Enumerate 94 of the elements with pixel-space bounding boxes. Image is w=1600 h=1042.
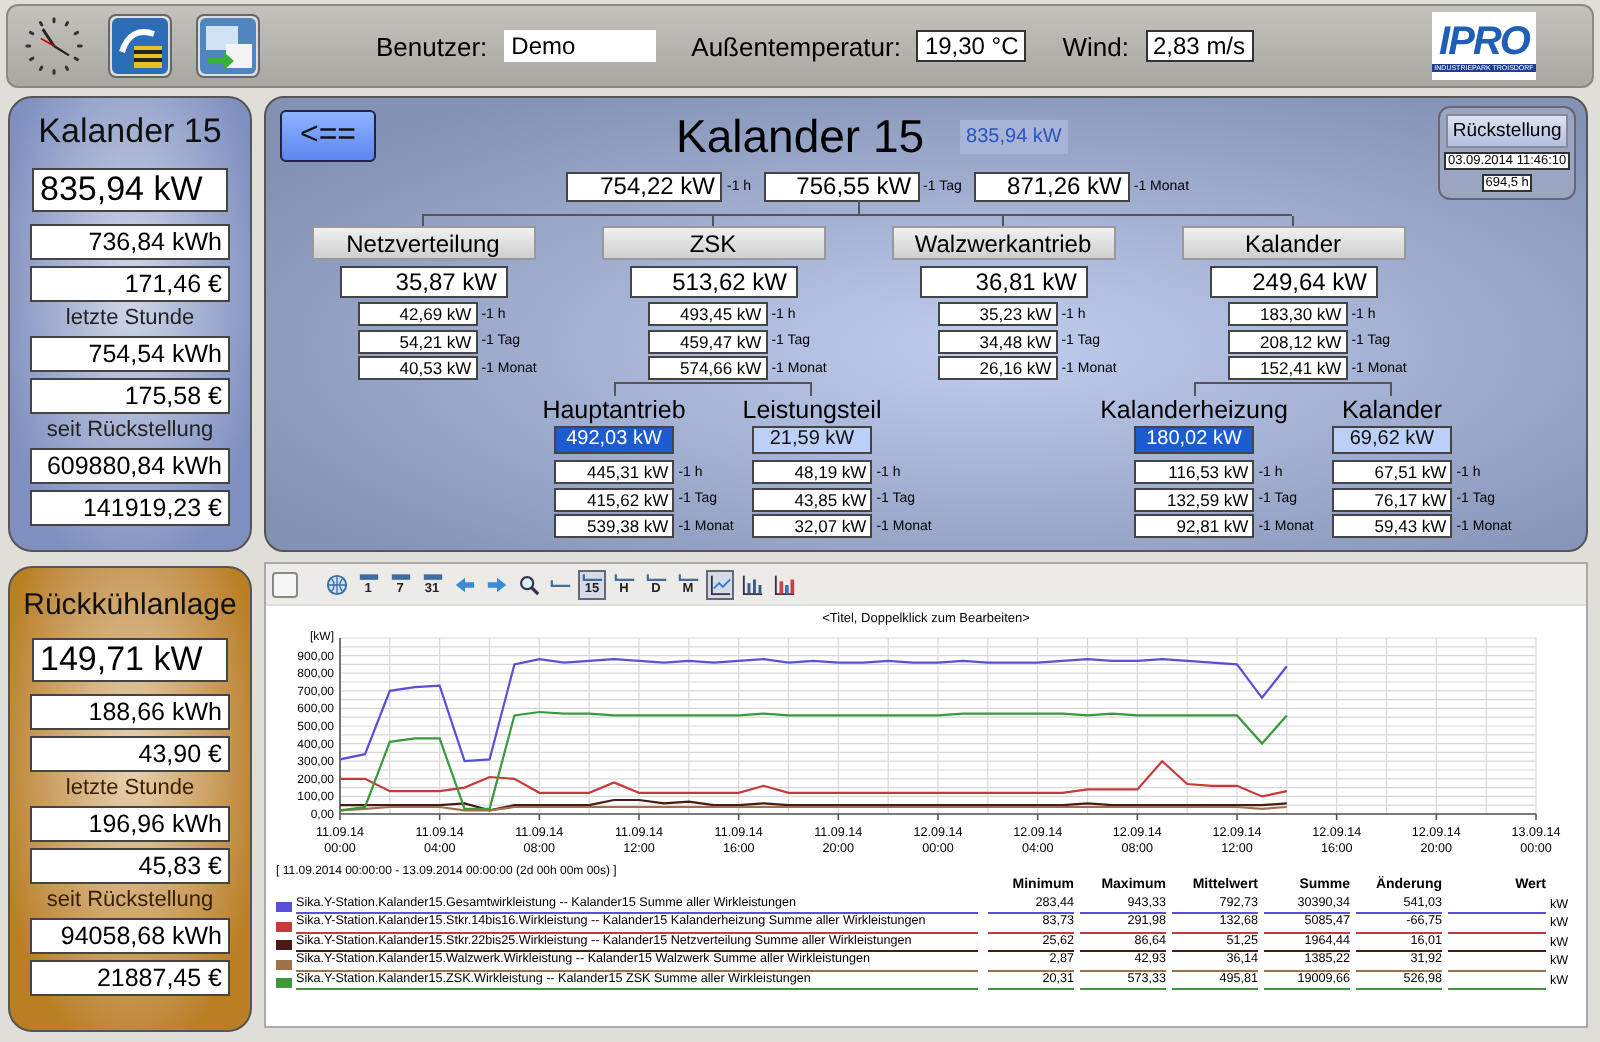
- section-label: seit Rückstellung: [46, 890, 214, 912]
- group-button[interactable]: Netzverteilung: [311, 226, 535, 260]
- value-display: 59,43 kW: [1332, 514, 1453, 538]
- value-display: 574,66 kW: [647, 356, 768, 380]
- subgroup-title: Kalander: [1341, 396, 1443, 426]
- value-display: 45,83 €: [30, 848, 230, 884]
- group-button[interactable]: Kalander: [1181, 226, 1405, 260]
- power-value: 149,71 kW: [32, 638, 228, 682]
- group-button[interactable]: Walzwerkantrieb: [891, 226, 1115, 260]
- value-display: 183,30 kW: [1227, 302, 1348, 326]
- value-display: 94058,68 kWh: [30, 918, 230, 954]
- line-chart-button[interactable]: [706, 569, 734, 599]
- power-value: 21,59 kW: [752, 426, 872, 454]
- value-display: 76,17 kW: [1332, 487, 1453, 511]
- calendar-icon: [389, 573, 411, 581]
- power-value: 835,94 kW: [32, 168, 228, 212]
- monitor-icon: [198, 16, 258, 76]
- field-label: Benutzer:: [376, 31, 488, 61]
- value-display: 609880,84 kWh: [30, 448, 230, 484]
- value-display: 539,38 kW: [554, 514, 675, 538]
- blank-button[interactable]: [272, 571, 298, 597]
- search-icon: [517, 573, 539, 595]
- bar-chart-icon: [741, 573, 763, 595]
- value-display: 43,85 kW: [752, 487, 873, 511]
- value-display: 736,84 kWh: [30, 224, 230, 260]
- stacked-bar-icon: [773, 573, 795, 595]
- section-label: letzte Stunde: [65, 308, 195, 330]
- value-display: 40,53 kW: [357, 356, 478, 380]
- calendar-icon: [421, 573, 443, 581]
- subgroup-title: Hauptantrieb: [542, 396, 686, 426]
- total-power-badge: 835,94 kW: [960, 119, 1068, 153]
- panel-title: Rückkühlanlage: [23, 588, 237, 622]
- right-arrow-icon: [485, 573, 507, 595]
- axis-icon: [677, 573, 699, 581]
- power-value: 513,62 kW: [629, 266, 797, 298]
- value-display: 34,48 kW: [937, 329, 1058, 353]
- value-display: 132,59 kW: [1134, 487, 1255, 511]
- subgroup-title: Kalanderheizung: [1100, 396, 1288, 426]
- value-display: 415,62 kW: [554, 487, 675, 511]
- panel-title: Kalander 15: [38, 112, 222, 152]
- value-display: 459,47 kW: [647, 329, 768, 353]
- reading-display: 2,83 m/s: [1145, 30, 1254, 62]
- value-display: 152,41 kW: [1227, 356, 1348, 380]
- value-display: 754,22 kW: [566, 171, 723, 201]
- power-value: 69,62 kW: [1332, 426, 1452, 454]
- axis-icon: [645, 573, 667, 581]
- section-label: seit Rückstellung: [46, 420, 214, 442]
- reset-button[interactable]: Rückstellung: [1446, 114, 1568, 148]
- power-value: 36,81 kW: [919, 266, 1087, 298]
- value-display: 21887,45 €: [30, 960, 230, 996]
- axis-icon: [613, 573, 635, 581]
- subgroup-title: Leistungsteil: [742, 396, 882, 426]
- value-display: 208,12 kW: [1227, 329, 1348, 353]
- value-display: 42,69 kW: [357, 302, 478, 326]
- value-display: 188,66 kWh: [30, 694, 230, 730]
- value-display: 35,23 kW: [937, 302, 1058, 326]
- user-field[interactable]: Demo: [503, 30, 656, 62]
- field-label: Wind:: [1062, 31, 1129, 61]
- field-label: Außentemperatur:: [691, 31, 901, 61]
- group-button[interactable]: ZSK: [601, 226, 825, 260]
- value-display: 445,31 kW: [554, 460, 675, 484]
- value-display: 32,07 kW: [752, 514, 873, 538]
- power-value: 492,03 kW: [554, 426, 674, 454]
- calendar-icon: [357, 573, 379, 581]
- value-display: 67,51 kW: [1332, 460, 1453, 484]
- section-label: letzte Stunde: [65, 778, 195, 800]
- value-display: 43,90 €: [30, 736, 230, 772]
- clock-icon: [24, 16, 84, 76]
- value-display: 116,53 kW: [1134, 460, 1255, 484]
- back-button[interactable]: <==: [280, 110, 376, 162]
- value-display: 54,21 kW: [357, 329, 478, 353]
- left-arrow-icon: [453, 573, 475, 595]
- overview-title: Kalander 15: [676, 109, 925, 163]
- power-value: 35,87 kW: [339, 266, 507, 298]
- value-display: 754,54 kWh: [30, 336, 230, 372]
- value-display: 48,19 kW: [752, 460, 873, 484]
- screen-app-button[interactable]: [196, 14, 260, 78]
- value-display: 171,46 €: [30, 266, 230, 302]
- value-display: 141919,23 €: [30, 490, 230, 526]
- power-value: 249,64 kW: [1209, 266, 1377, 298]
- value-display: 26,16 kW: [937, 356, 1058, 380]
- power-value: 180,02 kW: [1134, 426, 1254, 454]
- value-display: 871,26 kW: [973, 171, 1130, 201]
- axis-icon: [581, 573, 603, 581]
- value-display: 92,81 kW: [1134, 514, 1255, 538]
- value-display: 756,55 kW: [763, 171, 920, 201]
- line-chart-icon: [709, 573, 731, 595]
- value-display: 175,58 €: [30, 378, 230, 414]
- globe-icon: [325, 573, 347, 595]
- value-display: 493,45 kW: [647, 302, 768, 326]
- reading-display: 19,30 °C: [916, 30, 1027, 62]
- axis-icon: [549, 580, 571, 588]
- value-display: 196,96 kWh: [30, 806, 230, 842]
- globe-button[interactable]: [322, 569, 350, 599]
